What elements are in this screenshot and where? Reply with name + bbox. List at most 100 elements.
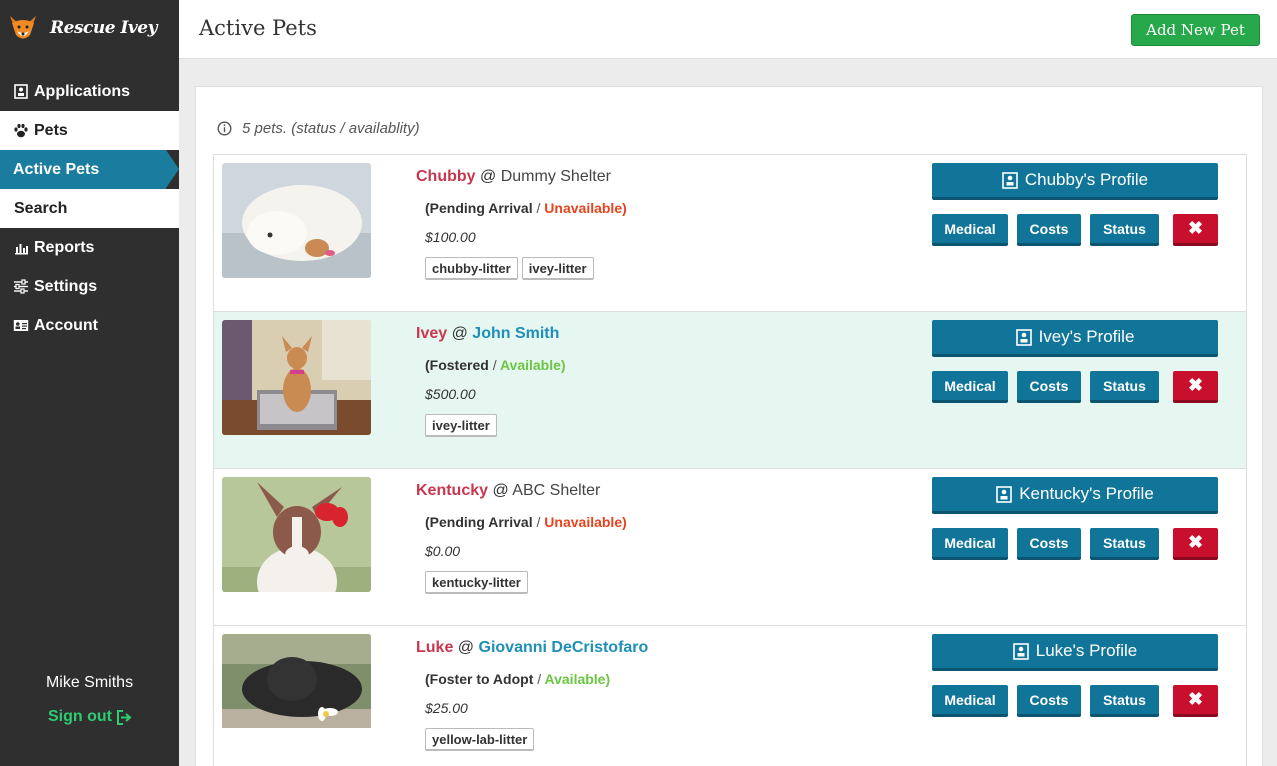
at-sign: @ bbox=[457, 639, 475, 656]
sidebar: Rescue Ivey Applications Pets Active Pet… bbox=[0, 0, 179, 766]
profile-icon bbox=[1015, 328, 1032, 346]
pet-name-link[interactable]: Chubby bbox=[416, 168, 476, 185]
profile-icon bbox=[996, 485, 1013, 503]
info-icon bbox=[217, 121, 232, 136]
status-text: (Fostered bbox=[425, 357, 489, 373]
pet-name-link[interactable]: Ivey bbox=[416, 325, 447, 342]
fox-logo-icon bbox=[10, 15, 36, 38]
add-new-pet-button[interactable]: Add New Pet bbox=[1131, 14, 1260, 46]
tag-badge[interactable]: ivey-litter bbox=[425, 414, 497, 437]
at-sign: @ bbox=[480, 168, 497, 185]
pet-location-link[interactable]: Giovanni DeCristofaro bbox=[479, 639, 649, 656]
pet-row: Kentucky @ ABC Shelter (Pending Arrival … bbox=[214, 469, 1246, 626]
sidebar-item-reports[interactable]: Reports bbox=[0, 228, 179, 267]
sidebar-item-label: Reports bbox=[34, 238, 95, 256]
costs-button[interactable]: Costs bbox=[1017, 528, 1081, 560]
status-text: (Foster to Adopt bbox=[425, 671, 534, 687]
sidebar-item-applications[interactable]: Applications bbox=[0, 72, 179, 111]
pet-tags: ivey-litter bbox=[425, 414, 501, 437]
tag-badge[interactable]: yellow-lab-litter bbox=[425, 728, 535, 751]
sidebar-item-search[interactable]: Search bbox=[0, 189, 179, 228]
profile-button-label: Luke's Profile bbox=[1035, 641, 1138, 660]
pet-heading: Ivey @ John Smith bbox=[416, 325, 559, 343]
sidebar-item-label: Active Pets bbox=[13, 160, 100, 178]
at-sign: @ bbox=[451, 325, 468, 342]
profile-icon bbox=[1012, 642, 1029, 660]
pet-photo[interactable] bbox=[222, 634, 371, 749]
profile-button[interactable]: Ivey's Profile bbox=[932, 320, 1218, 357]
pet-name-link[interactable]: Kentucky bbox=[416, 482, 488, 499]
pet-tags: kentucky-litter bbox=[425, 571, 532, 594]
medical-button[interactable]: Medical bbox=[932, 528, 1008, 560]
sidebar-nav: Applications Pets Active Pets Search Rep… bbox=[0, 72, 179, 345]
tag-badge[interactable]: kentucky-litter bbox=[425, 571, 528, 594]
pets-panel: 5 pets. (status / availablity) Chubby @ … bbox=[195, 86, 1263, 766]
close-icon: ✖ bbox=[1187, 532, 1204, 552]
costs-button[interactable]: Costs bbox=[1017, 214, 1081, 246]
profile-button[interactable]: Luke's Profile bbox=[932, 634, 1218, 671]
signout-link[interactable]: Sign out bbox=[48, 708, 132, 726]
signout-icon bbox=[116, 709, 132, 725]
profile-button-label: Ivey's Profile bbox=[1038, 327, 1135, 346]
close-icon: ✖ bbox=[1187, 218, 1204, 238]
close-icon: ✖ bbox=[1187, 375, 1204, 395]
paw-icon bbox=[13, 123, 29, 139]
pet-photo[interactable] bbox=[222, 163, 371, 278]
sidebar-item-label: Pets bbox=[34, 121, 68, 139]
costs-button[interactable]: Costs bbox=[1017, 685, 1081, 717]
signout-label: Sign out bbox=[48, 708, 112, 725]
medical-button[interactable]: Medical bbox=[932, 685, 1008, 717]
page-title: Active Pets bbox=[199, 16, 317, 40]
sidebar-item-settings[interactable]: Settings bbox=[0, 267, 179, 306]
medical-button[interactable]: Medical bbox=[932, 214, 1008, 246]
status-button[interactable]: Status bbox=[1090, 214, 1159, 246]
delete-button[interactable]: ✖ bbox=[1173, 528, 1218, 560]
pets-summary-text: 5 pets. (status / availablity) bbox=[242, 120, 420, 137]
sidebar-item-pets[interactable]: Pets bbox=[0, 111, 179, 150]
status-separator: / bbox=[537, 671, 542, 687]
profile-button[interactable]: Chubby's Profile bbox=[932, 163, 1218, 200]
sidebar-item-account[interactable]: Account bbox=[0, 306, 179, 345]
pet-heading: Luke @ Giovanni DeCristofaro bbox=[416, 639, 648, 657]
pets-list: Chubby @ Dummy Shelter (Pending Arrival … bbox=[213, 154, 1247, 766]
status-button[interactable]: Status bbox=[1090, 371, 1159, 403]
sidebar-item-label: Settings bbox=[34, 277, 98, 295]
pet-row: Chubby @ Dummy Shelter (Pending Arrival … bbox=[214, 155, 1246, 312]
brand[interactable]: Rescue Ivey bbox=[0, 0, 179, 55]
pet-row: Ivey @ John Smith (Fostered / Available)… bbox=[214, 312, 1246, 469]
bar-chart-icon bbox=[13, 240, 29, 256]
medical-button[interactable]: Medical bbox=[932, 371, 1008, 403]
sidebar-item-label: Account bbox=[34, 316, 98, 334]
delete-button[interactable]: ✖ bbox=[1173, 685, 1218, 717]
sidebar-item-label: Search bbox=[14, 199, 68, 217]
close-icon: ✖ bbox=[1187, 689, 1204, 709]
delete-button[interactable]: ✖ bbox=[1173, 371, 1218, 403]
pet-cost: $25.00 bbox=[425, 700, 468, 716]
status-button[interactable]: Status bbox=[1090, 528, 1159, 560]
document-icon bbox=[13, 84, 29, 100]
tag-badge[interactable]: ivey-litter bbox=[521, 257, 594, 280]
tag-badge[interactable]: chubby-litter bbox=[425, 257, 518, 280]
delete-button[interactable]: ✖ bbox=[1173, 214, 1218, 246]
profile-icon bbox=[1002, 171, 1018, 189]
status-button[interactable]: Status bbox=[1090, 685, 1159, 717]
costs-button[interactable]: Costs bbox=[1017, 371, 1081, 403]
pet-heading: Kentucky @ ABC Shelter bbox=[416, 482, 600, 500]
profile-button[interactable]: Kentucky's Profile bbox=[932, 477, 1218, 514]
pet-status: (Pending Arrival / Unavailable) bbox=[425, 200, 627, 216]
id-card-icon bbox=[13, 318, 29, 334]
pet-photo[interactable] bbox=[222, 320, 371, 435]
pet-status: (Fostered / Available) bbox=[425, 357, 566, 373]
availability-text: Available) bbox=[544, 671, 611, 687]
status-text: (Pending Arrival bbox=[425, 514, 533, 530]
pet-name-link[interactable]: Luke bbox=[416, 639, 453, 656]
pet-location-link[interactable]: John Smith bbox=[472, 325, 559, 342]
sidebar-item-label: Applications bbox=[34, 82, 131, 100]
pet-photo[interactable] bbox=[222, 477, 371, 592]
pet-cost: $500.00 bbox=[425, 386, 476, 402]
profile-button-label: Kentucky's Profile bbox=[1019, 484, 1154, 503]
pet-row: Luke @ Giovanni DeCristofaro (Foster to … bbox=[214, 626, 1246, 766]
status-separator: / bbox=[536, 514, 541, 530]
pet-tags: yellow-lab-litter bbox=[425, 728, 538, 751]
sidebar-item-active-pets[interactable]: Active Pets bbox=[0, 150, 179, 189]
